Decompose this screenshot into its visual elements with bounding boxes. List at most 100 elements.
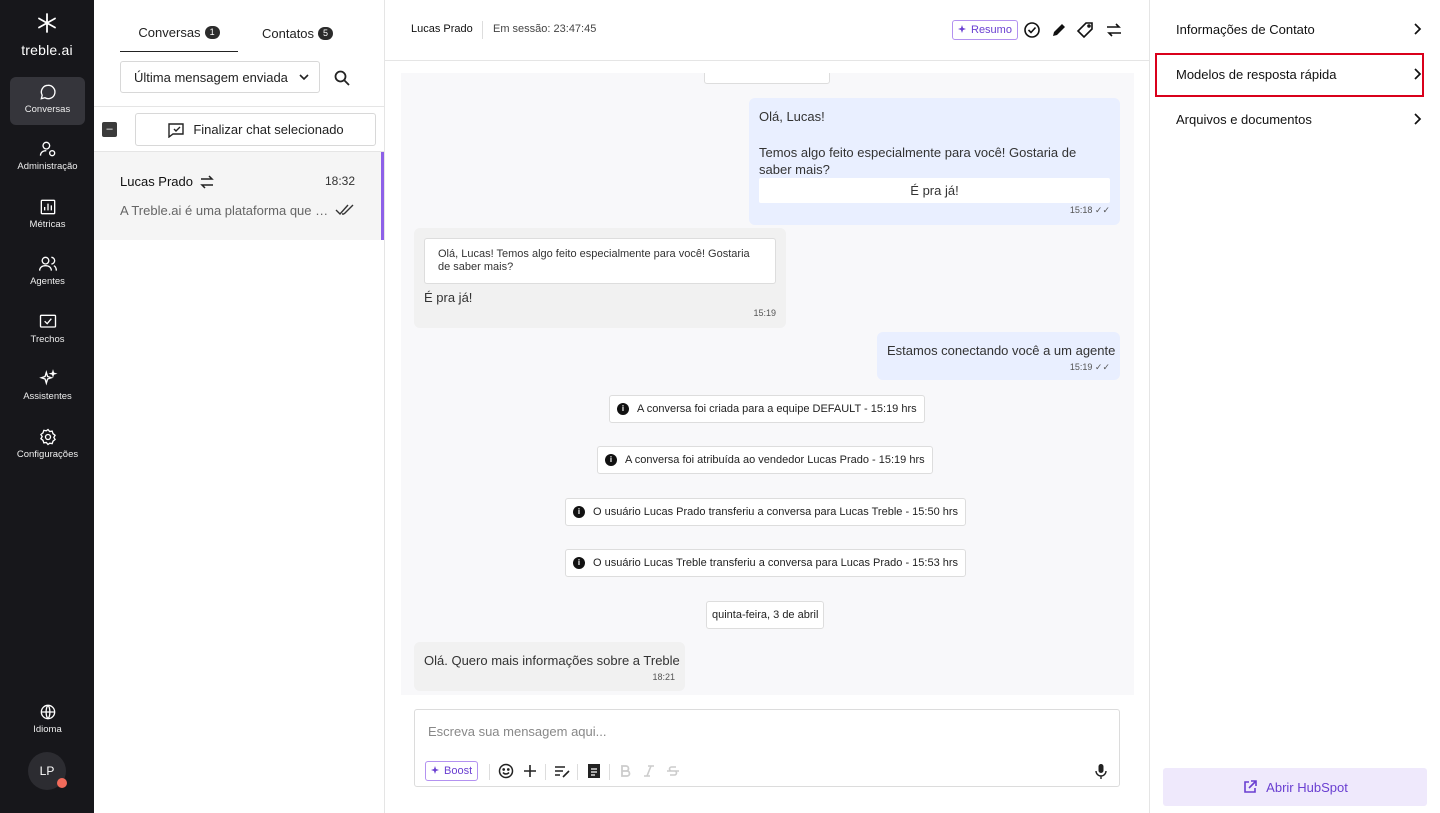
tab-contatos[interactable]: Contatos 5 [262,14,334,52]
chevron-right-icon [1414,68,1422,80]
search-icon [334,70,350,86]
item-label: Arquivos e documentos [1176,111,1312,127]
check-circle-icon[interactable] [1022,20,1042,40]
info-icon: i [617,403,629,415]
left-nav-rail: treble.ai Conversas Administração Métric… [0,0,94,813]
sort-filter-select[interactable]: Última mensagem enviada [120,61,320,93]
rail-item-idioma[interactable]: Idioma [10,697,85,745]
event-text: A conversa foi criada para a equipe DEFA… [637,403,917,415]
info-icon: i [573,557,585,569]
bold-icon[interactable] [616,762,634,780]
rail-label: Administração [17,161,78,172]
tab-conversas[interactable]: Conversas 1 [120,14,238,52]
conversation-list-item[interactable]: Lucas Prado 18:32 A Treble.ai é uma plat… [94,152,384,240]
globe-icon [40,704,55,720]
resumo-label: Resumo [971,24,1012,36]
message-text: Olá. Quero mais informações sobre a Treb… [424,653,680,668]
document-icon[interactable] [585,762,603,780]
event-text: A conversa foi atribuída ao vendedor Luc… [625,454,925,466]
info-icon: i [573,506,585,518]
gear-icon [39,428,56,446]
clipped-date-divider [704,73,830,84]
message-time: 15:19 ✓✓ [1069,362,1110,372]
conversation-name: Lucas Prado [120,174,215,189]
tab-label: Contatos [262,25,315,41]
brand-logo[interactable]: treble.ai [0,12,94,58]
toolbar-divider [545,764,546,780]
rail-item-metricas[interactable]: Métricas [10,192,85,240]
bulk-actions-row: – Finalizar chat selecionado [94,106,384,152]
incoming-message: Olá. Quero mais informações sobre a Treb… [414,642,685,691]
message-greeting: Olá, Lucas! [759,109,825,124]
system-event-message: i O usuário Lucas Treble transferiu a co… [565,549,967,577]
microphone-icon[interactable] [1092,762,1110,780]
quick-reply-templates-item[interactable]: Modelos de resposta rápida [1176,60,1422,88]
message-text: Estamos conectando você a um agente [887,343,1116,358]
chat-bubble-icon [39,84,56,100]
finalize-chat-button[interactable]: Finalizar chat selecionado [135,113,376,146]
quick-reply-button[interactable]: É pra já! [759,178,1110,203]
time-text: 15:18 [1069,205,1093,215]
message-text: É pra já! [424,290,473,305]
sparkle-icon [431,766,439,774]
transfer-arrows-icon [200,174,214,189]
pencil-icon[interactable] [1049,20,1069,40]
rail-label: Métricas [29,219,66,230]
rail-item-assistentes[interactable]: Assistentes [10,364,85,412]
rail-item-administracao[interactable]: Administração [10,134,85,182]
chevron-right-icon [1414,113,1422,125]
checkbox-message-icon [39,314,56,328]
treble-logo-icon [0,12,94,38]
message-thread: Olá, Lucas! Temos algo feito especialmen… [401,73,1134,695]
rail-item-conversas[interactable]: Conversas [10,77,85,125]
conversation-name-text: Lucas Prado [120,174,193,189]
rail-item-agentes[interactable]: Agentes [10,249,85,297]
resumo-button[interactable]: Resumo [952,20,1018,40]
rail-label: Trechos [30,334,65,345]
files-documents-item[interactable]: Arquivos e documentos [1176,105,1422,133]
chevron-right-icon [1414,23,1422,35]
finalize-label: Finalizar chat selecionado [193,122,344,137]
item-label: Informações de Contato [1176,21,1315,37]
quick-reply-icon[interactable] [553,762,571,780]
conversation-list-panel: Conversas 1 Contatos 5 Última mensagem e… [94,0,385,813]
strikethrough-icon[interactable] [664,762,682,780]
toolbar-divider [609,764,610,780]
chat-check-icon [168,122,185,138]
message-time: 15:18 ✓✓ [1069,205,1110,215]
bar-chart-icon [40,199,55,215]
rail-label: Conversas [24,104,71,115]
user-avatar[interactable]: LP [28,752,67,790]
search-button[interactable] [330,66,354,90]
emoji-icon[interactable] [497,762,515,780]
conversation-time: 18:32 [324,174,355,188]
outgoing-template-message: Olá, Lucas! Temos algo feito especialmen… [749,98,1120,225]
external-link-icon [1244,780,1257,793]
message-body: Temos algo feito especialmente para você… [759,145,1077,177]
event-text: O usuário Lucas Treble transferiu a conv… [593,557,959,569]
plus-icon[interactable] [521,762,539,780]
outgoing-message: Estamos conectando você a um agente 15:1… [877,332,1120,380]
time-text: 15:19 [1069,362,1093,372]
incoming-reply-message: Olá, Lucas! Temos algo feito especialmen… [414,228,786,328]
italic-icon[interactable] [640,762,658,780]
event-text: O usuário Lucas Prado transferiu a conve… [593,506,959,518]
boost-button[interactable]: Boost [425,761,479,781]
rail-label: Configurações [16,449,79,460]
rail-label: Idioma [33,724,62,735]
session-timer: Em sessão: 23:47:45 [493,23,597,35]
toolbar-divider [489,764,490,780]
tag-icon[interactable] [1076,20,1096,40]
select-all-checkbox[interactable]: – [102,122,117,137]
message-input[interactable]: Escreva sua mensagem aqui... [428,724,606,739]
rail-item-configuracoes[interactable]: Configurações [10,422,85,470]
sparkle-icon [958,25,966,33]
rail-item-trechos[interactable]: Trechos [10,307,85,355]
system-event-message: i A conversa foi criada para a equipe DE… [609,395,925,423]
contact-info-item[interactable]: Informações de Contato [1176,15,1422,43]
date-divider: quinta-feira, 3 de abril [706,601,825,629]
system-event-message: i O usuário Lucas Prado transferiu a con… [565,498,967,526]
transfer-arrows-icon[interactable] [1104,20,1124,40]
system-event-message: i A conversa foi atribuída ao vendedor L… [597,446,933,474]
open-hubspot-button[interactable]: Abrir HubSpot [1163,768,1427,806]
